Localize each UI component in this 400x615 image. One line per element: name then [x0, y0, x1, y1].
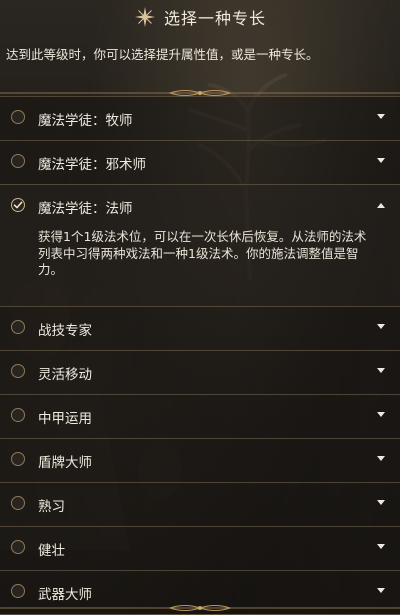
radio-unchecked-icon[interactable] [11, 408, 25, 422]
chevron-down-icon[interactable] [377, 588, 385, 594]
radio-unchecked-icon[interactable] [11, 496, 25, 510]
feat-option[interactable]: 中甲运用 [0, 394, 400, 438]
radio-unchecked-icon[interactable] [11, 320, 25, 334]
feat-option-header[interactable]: 熟习 [0, 483, 400, 527]
feat-option[interactable]: 灵活移动 [0, 350, 400, 394]
feat-option-header[interactable]: 灵活移动 [0, 351, 400, 395]
chevron-down-icon[interactable] [377, 412, 385, 418]
page-title: 选择一种专长 [163, 9, 266, 28]
feat-label: 战技专家 [38, 323, 92, 339]
feat-option[interactable]: 熟习 [0, 482, 400, 526]
radio-checked-icon[interactable] [11, 198, 25, 212]
chevron-down-icon[interactable] [377, 114, 385, 120]
instruction-text: 达到此等级时，你可以选择提升属性值，或是一种专长。 [6, 47, 319, 62]
feat-option[interactable]: 魔法学徒：邪术师 [0, 140, 400, 184]
feat-option-header[interactable]: 魔法学徒：牧师 [0, 97, 400, 141]
feat-selection-header: 选择一种专长 [0, 0, 400, 34]
sparkle-star-icon [134, 7, 155, 27]
radio-unchecked-icon[interactable] [11, 452, 25, 466]
feat-label: 熟习 [38, 499, 65, 515]
feat-label: 武器大师 [38, 587, 92, 603]
feat-label: 魔法学徒：牧师 [38, 113, 133, 129]
chevron-down-icon[interactable] [377, 368, 385, 374]
feat-option[interactable]: 盾牌大师 [0, 438, 400, 482]
feat-option-header[interactable]: 盾牌大师 [0, 439, 400, 483]
feat-label: 魔法学徒：法师 [38, 201, 133, 217]
feat-label: 灵活移动 [38, 367, 92, 383]
feat-label: 盾牌大师 [38, 455, 92, 471]
radio-unchecked-icon[interactable] [11, 364, 25, 378]
feat-label: 健壮 [38, 543, 65, 559]
feat-option-header[interactable]: 中甲运用 [0, 395, 400, 439]
chevron-up-icon[interactable] [377, 202, 385, 208]
radio-unchecked-icon[interactable] [11, 154, 25, 168]
feat-option[interactable]: 健壮 [0, 526, 400, 570]
radio-unchecked-icon[interactable] [11, 540, 25, 554]
chevron-down-icon[interactable] [377, 324, 385, 330]
feat-description: 获得1个1级法术位，可以在一次长休后恢复。从法师的法术列表中习得两种戏法和一种1… [38, 229, 367, 277]
feat-option-header[interactable]: 魔法学徒：邪术师 [0, 141, 400, 185]
feat-option-header[interactable]: 战技专家 [0, 307, 400, 351]
radio-unchecked-icon[interactable] [11, 110, 25, 124]
chevron-down-icon[interactable] [377, 456, 385, 462]
chevron-down-icon[interactable] [377, 158, 385, 164]
feat-option-header[interactable]: 魔法学徒：法师 [0, 185, 400, 229]
feat-option[interactable]: 魔法学徒：牧师 [0, 96, 400, 140]
bottom-ornament-divider [0, 605, 400, 611]
feat-list: 魔法学徒：牧师 魔法学徒：邪术师 魔法学徒：法师获得1个1级法术位，可以在一次长休后… [0, 96, 400, 615]
feat-label: 魔法学徒：邪术师 [38, 157, 146, 173]
feat-option[interactable]: 战技专家 [0, 306, 400, 350]
chevron-down-icon[interactable] [377, 544, 385, 550]
radio-unchecked-icon[interactable] [11, 584, 25, 598]
feat-option-header[interactable]: 健壮 [0, 527, 400, 571]
feat-option[interactable]: 魔法学徒：法师获得1个1级法术位，可以在一次长休后恢复。从法师的法术列表中习得两… [0, 184, 400, 306]
checkmark-icon [13, 201, 23, 209]
feat-label: 中甲运用 [38, 411, 92, 427]
chevron-down-icon[interactable] [377, 500, 385, 506]
